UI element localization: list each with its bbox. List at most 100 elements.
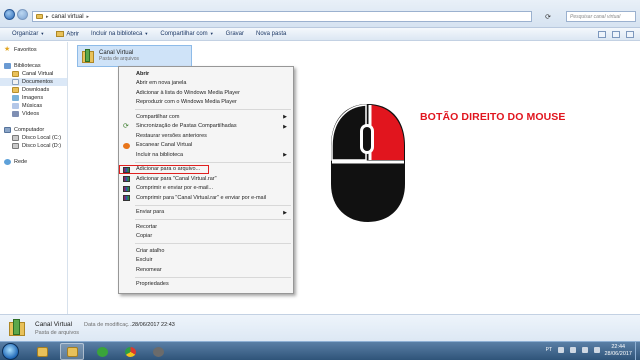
- clock[interactable]: 22:44 28/06/2017: [604, 344, 632, 358]
- address-field[interactable]: ▸ canal virtual ▸: [32, 11, 532, 22]
- help-icon[interactable]: [626, 31, 634, 38]
- menu-item[interactable]: Copiar: [119, 232, 293, 242]
- nav-library-canal-virtual[interactable]: Canal Virtual: [0, 70, 67, 78]
- nav-libraries[interactable]: Bibliotecas: [0, 62, 67, 70]
- nav-library-musicas[interactable]: Músicas: [0, 102, 67, 110]
- menu-item[interactable]: Adicionar à lista do Windows Media Playe…: [119, 88, 293, 98]
- submenu-arrow-icon: ▶: [283, 123, 287, 130]
- pictures-icon: [12, 95, 19, 101]
- language-indicator[interactable]: PT: [546, 347, 552, 353]
- burn-button[interactable]: Gravar: [220, 31, 250, 37]
- menu-item[interactable]: Excluir: [119, 256, 293, 266]
- menu-separator: [135, 161, 291, 163]
- folder-item-canal-virtual[interactable]: Canal Virtual Pasta de arquivos: [77, 45, 192, 67]
- taskbar-explorer-active[interactable]: [60, 343, 84, 360]
- nav-library-documentos[interactable]: Documentos: [0, 78, 67, 86]
- nav-favorites[interactable]: ★ Favoritos: [0, 46, 67, 54]
- menu-item[interactable]: Escanear Canal Virtual: [119, 141, 293, 151]
- share-button[interactable]: Compartilhar com ▼: [154, 31, 219, 37]
- open-button[interactable]: Abrir: [50, 30, 85, 37]
- menu-item-label: Restaurar versões anteriores: [136, 132, 207, 139]
- menu-item[interactable]: Enviar para ▶: [119, 208, 293, 218]
- right-button: [370, 105, 404, 160]
- include-library-button[interactable]: Incluir na biblioteca ▼: [85, 31, 154, 37]
- nav-network[interactable]: Rede: [0, 158, 67, 166]
- menu-item-label: Abrir em nova janela: [136, 80, 187, 87]
- winrar-folder-icon: [82, 48, 94, 64]
- menu-item[interactable]: Incluir na biblioteca ▶: [119, 150, 293, 160]
- volume-icon[interactable]: [594, 347, 600, 353]
- winrar-icon: [123, 195, 130, 201]
- taskbar-utorrent[interactable]: [90, 343, 114, 360]
- menu-item[interactable]: Abrir em nova janela: [119, 79, 293, 89]
- view-controls: [598, 31, 634, 38]
- file-type: Pasta de arquivos: [99, 56, 140, 62]
- clock-date: 28/06/2017: [604, 351, 632, 357]
- forward-button[interactable]: [17, 9, 28, 20]
- taskbar-app[interactable]: [146, 343, 170, 360]
- chevron-right-icon: ▸: [46, 13, 49, 20]
- preview-pane-icon[interactable]: [612, 31, 620, 38]
- menu-separator: [135, 109, 291, 110]
- show-desktop-button[interactable]: [635, 342, 640, 360]
- view-options-icon[interactable]: [598, 31, 606, 38]
- winrar-icon: [123, 176, 130, 182]
- nav-computer[interactable]: Computador: [0, 126, 67, 134]
- menu-item[interactable]: Recortar: [119, 222, 293, 232]
- menu-item[interactable]: Restaurar versões anteriores: [119, 131, 293, 141]
- clock-time: 22:44: [611, 344, 626, 350]
- annotation-caption: BOTÃO DIREITO DO MOUSE: [420, 111, 566, 123]
- refresh-icon[interactable]: ⟳: [536, 11, 560, 22]
- winrar-icon: [123, 166, 130, 173]
- system-tray: PT: [546, 347, 600, 353]
- menu-item[interactable]: Abrir: [119, 69, 293, 79]
- nav-item-label: Disco Local (D:): [22, 143, 62, 149]
- search-input[interactable]: Pesquisar canal virtual: [566, 11, 636, 22]
- network-icon[interactable]: [582, 347, 588, 353]
- include-library-label: Incluir na biblioteca: [90, 31, 143, 37]
- nav-item-label: Documentos: [22, 79, 53, 85]
- nav-library-videos[interactable]: Vídeos: [0, 110, 67, 118]
- menu-item-label: Sincronização de Pastas Compartilhadas: [136, 123, 237, 130]
- back-button[interactable]: [4, 9, 15, 20]
- library-icon: [4, 63, 11, 69]
- nav-item-label: Disco Local (C:): [22, 135, 62, 141]
- menu-item[interactable]: Renomear: [119, 265, 293, 275]
- menu-item-label: Criar atalho: [136, 247, 165, 254]
- nav-library-imagens[interactable]: Imagens: [0, 94, 67, 102]
- menu-item[interactable]: ⟳ Sincronização de Pastas Compartilhadas ▶: [119, 122, 293, 132]
- breadcrumb-canal-virtual[interactable]: canal virtual: [52, 14, 84, 20]
- menu-item[interactable]: Comprimir para "Canal Virtual.rar" e env…: [119, 193, 293, 203]
- tray-icon[interactable]: [558, 347, 564, 353]
- folder-icon: [36, 346, 48, 357]
- nav-drive-d[interactable]: Disco Local (D:): [0, 142, 67, 150]
- music-icon: [12, 103, 19, 109]
- chrome-icon: [124, 346, 136, 357]
- menu-item[interactable]: Adicionar para "Canal Virtual.rar": [119, 174, 293, 184]
- taskbar-explorer[interactable]: [30, 343, 54, 360]
- organize-button[interactable]: Organizar ▼: [6, 31, 50, 37]
- nav-library-downloads[interactable]: Downloads: [0, 86, 67, 94]
- menu-item[interactable]: Compartilhar com ▶: [119, 112, 293, 122]
- menu-item-label: Comprimir e enviar por e-mail...: [136, 185, 214, 192]
- menu-item-label: Propriedades: [136, 281, 169, 288]
- flag-icon[interactable]: [570, 347, 576, 353]
- winrar-icon: [123, 185, 130, 192]
- downloads-icon: [12, 87, 19, 93]
- menu-item[interactable]: Reproduzir com o Windows Media Player: [119, 98, 293, 108]
- nav-network-label: Rede: [14, 159, 28, 165]
- new-folder-button[interactable]: Nova pasta: [250, 31, 292, 37]
- menu-item-label: Reproduzir com o Windows Media Player: [136, 99, 237, 106]
- taskbar-chrome[interactable]: [118, 343, 142, 360]
- menu-item[interactable]: Propriedades: [119, 280, 293, 290]
- nav-item-label: Músicas: [22, 103, 43, 109]
- taskbar: PT 22:44 28/06/2017: [0, 341, 640, 360]
- menu-separator: [135, 243, 291, 244]
- menu-item[interactable]: Comprimir e enviar por e-mail...: [119, 184, 293, 194]
- menu-item-label: Recortar: [136, 223, 158, 230]
- menu-item[interactable]: Adicionar para o arquivo...: [119, 164, 209, 174]
- menu-item[interactable]: Criar atalho: [119, 246, 293, 256]
- nav-drive-c[interactable]: Disco Local (C:): [0, 134, 67, 142]
- details-modified-label: Data de modificaç...: [84, 322, 133, 328]
- start-button[interactable]: [2, 343, 19, 360]
